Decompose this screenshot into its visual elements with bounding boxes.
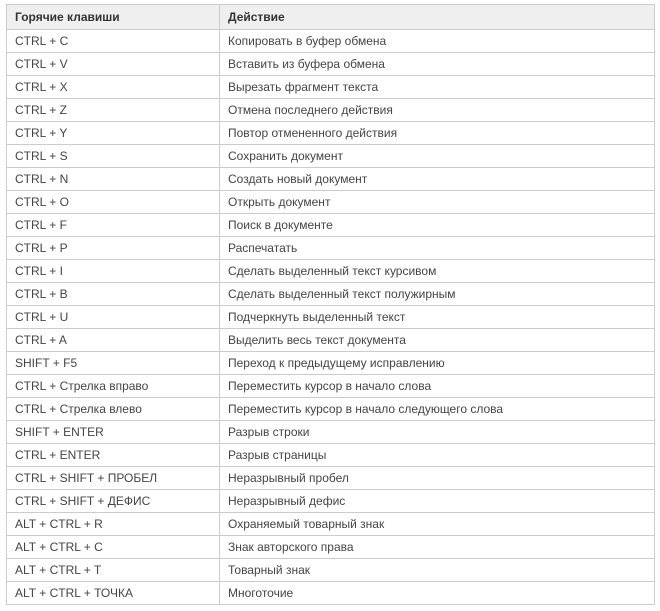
table-row: CTRL + VВставить из буфера обмена	[7, 53, 655, 76]
cell-hotkey: CTRL + Y	[7, 122, 220, 145]
cell-action: Распечатать	[220, 237, 655, 260]
table-row: CTRL + OОткрыть документ	[7, 191, 655, 214]
cell-hotkey: CTRL + X	[7, 76, 220, 99]
cell-action: Товарный знак	[220, 559, 655, 582]
table-row: ALT + CTRL + CЗнак авторского права	[7, 536, 655, 559]
cell-action: Открыть документ	[220, 191, 655, 214]
cell-hotkey: ALT + CTRL + C	[7, 536, 220, 559]
cell-action: Сделать выделенный текст полужирным	[220, 283, 655, 306]
table-row: ALT + CTRL + RОхраняемый товарный знак	[7, 513, 655, 536]
table-row: CTRL + NСоздать новый документ	[7, 168, 655, 191]
cell-hotkey: CTRL + N	[7, 168, 220, 191]
table-row: SHIFT + ENTERРазрыв строки	[7, 421, 655, 444]
cell-action: Вырезать фрагмент текста	[220, 76, 655, 99]
cell-hotkey: CTRL + Z	[7, 99, 220, 122]
cell-action: Переместить курсор в начало слова	[220, 375, 655, 398]
cell-hotkey: ALT + CTRL + R	[7, 513, 220, 536]
cell-hotkey: CTRL + P	[7, 237, 220, 260]
table-row: CTRL + ENTERРазрыв страницы	[7, 444, 655, 467]
shortcuts-table: Горячие клавиши Действие CTRL + CКопиров…	[6, 4, 655, 605]
cell-action: Разрыв строки	[220, 421, 655, 444]
cell-action: Знак авторского права	[220, 536, 655, 559]
cell-hotkey: CTRL + SHIFT + ДЕФИС	[7, 490, 220, 513]
cell-hotkey: SHIFT + F5	[7, 352, 220, 375]
cell-action: Поиск в документе	[220, 214, 655, 237]
cell-action: Создать новый документ	[220, 168, 655, 191]
cell-action: Переход к предыдущему исправлению	[220, 352, 655, 375]
cell-action: Охраняемый товарный знак	[220, 513, 655, 536]
cell-action: Переместить курсор в начало следующего с…	[220, 398, 655, 421]
cell-hotkey: CTRL + C	[7, 30, 220, 53]
cell-hotkey: CTRL + B	[7, 283, 220, 306]
cell-action: Сохранить документ	[220, 145, 655, 168]
cell-action: Многоточие	[220, 582, 655, 605]
cell-action: Сделать выделенный текст курсивом	[220, 260, 655, 283]
cell-hotkey: SHIFT + ENTER	[7, 421, 220, 444]
table-row: CTRL + ZОтмена последнего действия	[7, 99, 655, 122]
cell-hotkey: CTRL + ENTER	[7, 444, 220, 467]
cell-action: Отмена последнего действия	[220, 99, 655, 122]
cell-hotkey: CTRL + S	[7, 145, 220, 168]
cell-action: Разрыв страницы	[220, 444, 655, 467]
cell-hotkey: CTRL + SHIFT + ПРОБЕЛ	[7, 467, 220, 490]
table-row: CTRL + AВыделить весь текст документа	[7, 329, 655, 352]
table-row: ALT + CTRL + TТоварный знак	[7, 559, 655, 582]
table-row: CTRL + IСделать выделенный текст курсиво…	[7, 260, 655, 283]
table-row: CTRL + UПодчеркнуть выделенный текст	[7, 306, 655, 329]
table-row: ALT + CTRL + ТОЧКАМноготочие	[7, 582, 655, 605]
table-row: CTRL + PРаспечатать	[7, 237, 655, 260]
table-row: SHIFT + F5Переход к предыдущему исправле…	[7, 352, 655, 375]
cell-hotkey: ALT + CTRL + T	[7, 559, 220, 582]
table-row: CTRL + CКопировать в буфер обмена	[7, 30, 655, 53]
cell-hotkey: CTRL + U	[7, 306, 220, 329]
cell-hotkey: CTRL + O	[7, 191, 220, 214]
cell-action: Неразрывный дефис	[220, 490, 655, 513]
cell-action: Повтор отмененного действия	[220, 122, 655, 145]
cell-action: Выделить весь текст документа	[220, 329, 655, 352]
table-row: CTRL + SHIFT + ДЕФИСНеразрывный дефис	[7, 490, 655, 513]
table-row: CTRL + BСделать выделенный текст полужир…	[7, 283, 655, 306]
table-row: CTRL + FПоиск в документе	[7, 214, 655, 237]
header-action: Действие	[220, 5, 655, 30]
table-row: CTRL + Стрелка вправоПереместить курсор …	[7, 375, 655, 398]
table-row: CTRL + SСохранить документ	[7, 145, 655, 168]
cell-hotkey: CTRL + A	[7, 329, 220, 352]
cell-hotkey: CTRL + I	[7, 260, 220, 283]
cell-hotkey: ALT + CTRL + ТОЧКА	[7, 582, 220, 605]
table-header-row: Горячие клавиши Действие	[7, 5, 655, 30]
cell-action: Подчеркнуть выделенный текст	[220, 306, 655, 329]
table-row: CTRL + Стрелка влевоПереместить курсор в…	[7, 398, 655, 421]
header-hotkey: Горячие клавиши	[7, 5, 220, 30]
cell-action: Неразрывный пробел	[220, 467, 655, 490]
table-row: CTRL + SHIFT + ПРОБЕЛНеразрывный пробел	[7, 467, 655, 490]
table-row: CTRL + XВырезать фрагмент текста	[7, 76, 655, 99]
cell-hotkey: CTRL + Стрелка влево	[7, 398, 220, 421]
cell-action: Копировать в буфер обмена	[220, 30, 655, 53]
cell-hotkey: CTRL + F	[7, 214, 220, 237]
cell-hotkey: CTRL + V	[7, 53, 220, 76]
table-row: CTRL + YПовтор отмененного действия	[7, 122, 655, 145]
cell-action: Вставить из буфера обмена	[220, 53, 655, 76]
cell-hotkey: CTRL + Стрелка вправо	[7, 375, 220, 398]
